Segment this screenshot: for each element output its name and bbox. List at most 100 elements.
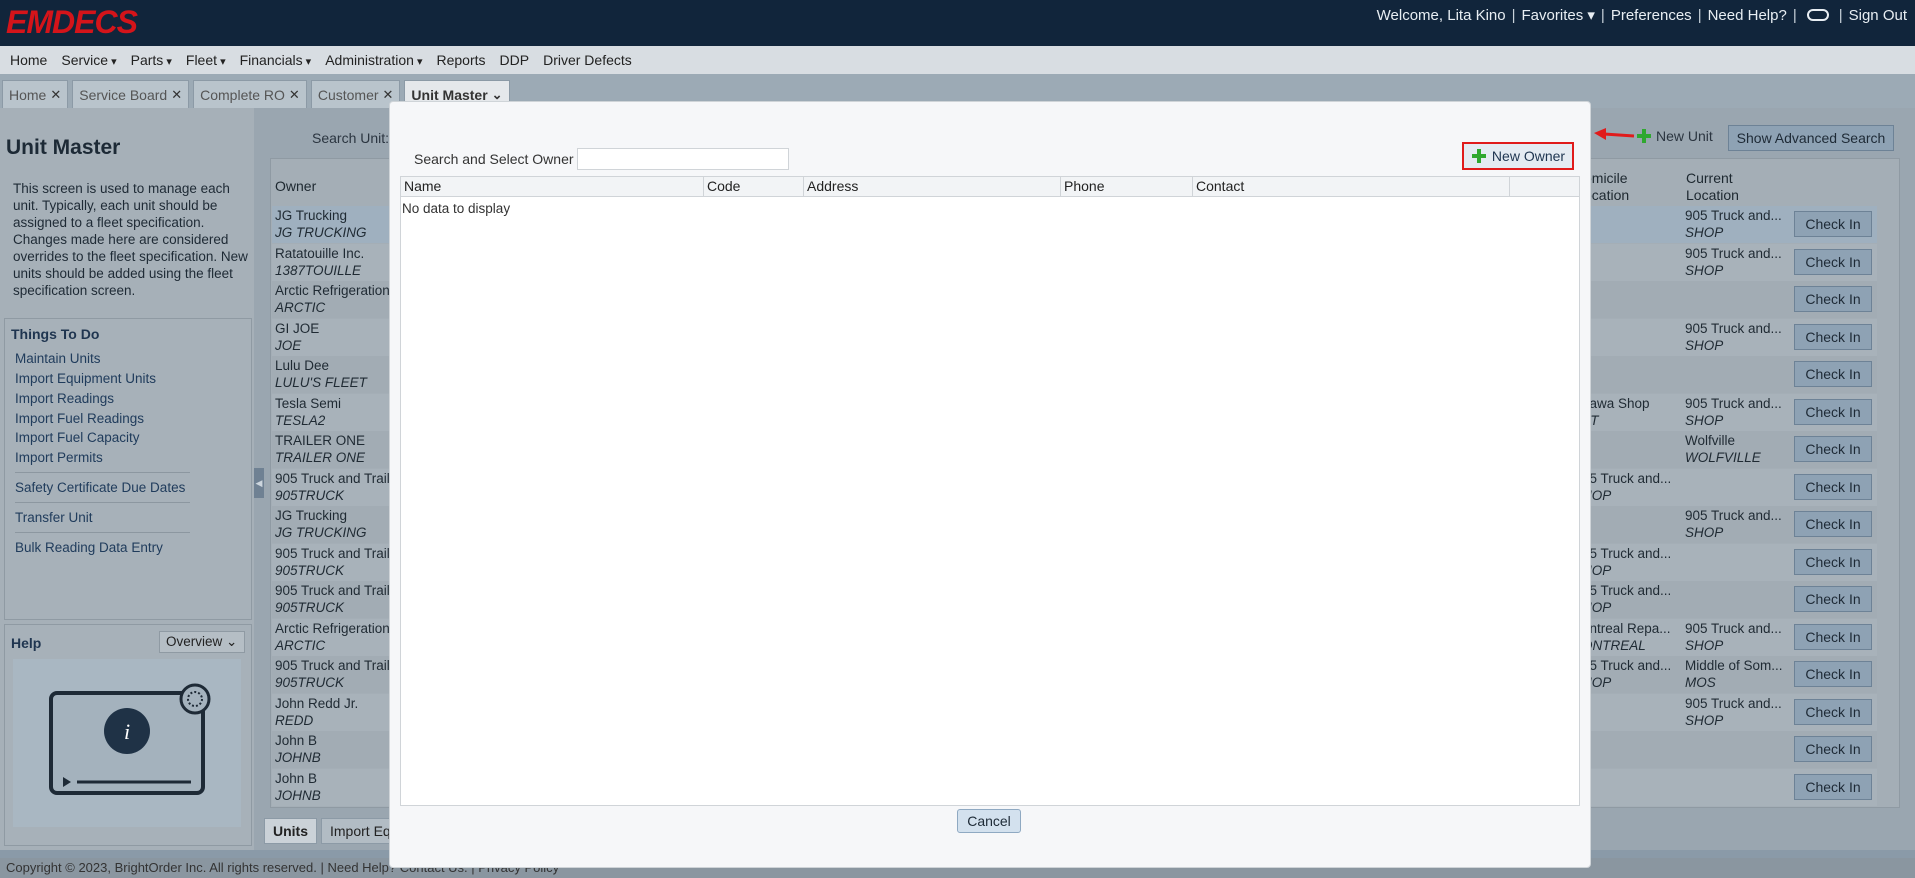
cancel-button[interactable]: Cancel xyxy=(957,809,1021,833)
close-icon[interactable]: ✕ xyxy=(171,87,182,103)
check-in-button[interactable]: Check In xyxy=(1794,286,1872,312)
owner-name: John B xyxy=(275,770,318,786)
favorites-menu[interactable]: Favorites ▾ xyxy=(1522,6,1595,24)
col-header-address[interactable]: Address xyxy=(804,177,1061,197)
help-topic-select[interactable]: Overview ⌄ xyxy=(159,631,245,653)
owner-code: 905TRUCK xyxy=(275,675,345,690)
owner-code: JOE xyxy=(275,337,302,353)
current-location: 905 Truck and... xyxy=(1685,320,1782,336)
current-location-code: SHOP xyxy=(1685,337,1724,353)
tab-import-equipment[interactable]: Import Eq xyxy=(321,818,400,844)
owner-code: LULU'S FLEET xyxy=(275,375,367,390)
preferences-link[interactable]: Preferences xyxy=(1611,7,1692,24)
new-owner-button[interactable]: New Owner xyxy=(1462,142,1574,170)
tab-home[interactable]: Home ✕ xyxy=(2,80,69,108)
sign-out-link[interactable]: Sign Out xyxy=(1849,7,1907,24)
todo-import-equipment-units[interactable]: Import Equipment Units xyxy=(15,371,156,386)
nav-driver-defects[interactable]: Driver Defects xyxy=(543,52,632,68)
check-in-button[interactable]: Check In xyxy=(1794,736,1872,762)
nav-administration[interactable]: Administration xyxy=(325,52,422,68)
todo-import-permits[interactable]: Import Permits xyxy=(15,450,103,465)
check-in-button[interactable]: Check In xyxy=(1794,398,1872,425)
owner-name: 905 Truck and Trail xyxy=(275,658,390,673)
nav-home[interactable]: Home xyxy=(10,52,47,68)
owner-code: TRAILER ONE xyxy=(275,450,366,465)
owner-code: JOHNB xyxy=(275,787,321,803)
check-in-button[interactable]: Check In xyxy=(1794,773,1872,800)
col-header-phone[interactable]: Phone xyxy=(1061,177,1193,197)
collapse-sidebar-handle[interactable]: ◀ xyxy=(254,468,264,498)
owner-name: TRAILER ONE xyxy=(275,433,366,448)
divider xyxy=(15,502,190,503)
check-in-button[interactable]: Check In xyxy=(1794,661,1872,687)
domicile-location: ontreal Repa... xyxy=(1582,620,1671,636)
owner-code: JG TRUCKING xyxy=(275,225,367,240)
close-icon[interactable]: ✕ xyxy=(289,87,300,103)
current-location: 905 Truck and... xyxy=(1685,245,1782,261)
things-to-do-panel: Things To Do Maintain Units Import Equip… xyxy=(4,318,252,620)
current-location: 905 Truck and... xyxy=(1685,508,1782,523)
tab-service-board[interactable]: Service Board ✕ xyxy=(72,80,190,108)
nav-ddp[interactable]: DDP xyxy=(500,52,530,68)
todo-import-fuel-capacity[interactable]: Import Fuel Capacity xyxy=(15,430,140,445)
check-in-button[interactable]: Check In xyxy=(1794,623,1872,650)
welcome-text: Welcome, Lita Kino xyxy=(1376,6,1506,24)
tab-units[interactable]: Units xyxy=(264,818,317,844)
nav-reports[interactable]: Reports xyxy=(436,52,485,68)
need-help-link[interactable]: Need Help? xyxy=(1708,7,1787,24)
domicile-location: 05 Truck and... xyxy=(1582,658,1672,673)
user-nav: Welcome, Lita Kino | Favorites ▾ | Prefere… xyxy=(1376,6,1907,25)
tab-complete-ro[interactable]: Complete RO ✕ xyxy=(193,80,307,108)
help-video-thumbnail[interactable]: i xyxy=(13,659,241,827)
todo-transfer-unit[interactable]: Transfer Unit xyxy=(15,510,93,525)
col-header-current-location[interactable]: Current Location xyxy=(1686,170,1739,204)
current-location: 905 Truck and... xyxy=(1685,208,1782,223)
tab-customer[interactable]: Customer ✕ xyxy=(310,80,401,108)
plus-icon xyxy=(1471,148,1487,164)
col-header-name[interactable]: Name xyxy=(401,177,704,197)
current-location-code: SHOP xyxy=(1685,225,1724,240)
nav-fleet[interactable]: Fleet xyxy=(186,52,226,68)
todo-maintain-units[interactable]: Maintain Units xyxy=(15,351,101,366)
check-in-button[interactable]: Check In xyxy=(1794,248,1872,275)
current-location-code: MOS xyxy=(1685,675,1716,690)
close-icon[interactable]: ✕ xyxy=(50,87,61,103)
todo-import-readings[interactable]: Import Readings xyxy=(15,391,114,406)
owner-code: JOHNB xyxy=(275,750,321,765)
domicile-location: ttawa Shop xyxy=(1582,395,1650,411)
chat-icon[interactable] xyxy=(1806,9,1829,21)
col-header-owner[interactable]: Owner xyxy=(275,178,316,194)
check-in-button[interactable]: Check In xyxy=(1794,436,1872,462)
domicile-location: 05 Truck and... xyxy=(1582,470,1672,486)
domicile-code: ONTREAL xyxy=(1582,637,1646,653)
owner-code: JG TRUCKING xyxy=(275,525,367,540)
todo-bulk-reading[interactable]: Bulk Reading Data Entry xyxy=(15,540,163,555)
current-location: 905 Truck and... xyxy=(1685,695,1782,711)
owner-code: 1387TOUILLE xyxy=(275,262,362,278)
col-header-code[interactable]: Code xyxy=(704,177,804,197)
check-in-button[interactable]: Check In xyxy=(1794,511,1872,537)
check-in-button[interactable]: Check In xyxy=(1794,361,1872,387)
advanced-search-button[interactable]: Show Advanced Search xyxy=(1728,125,1894,151)
check-in-button[interactable]: Check In xyxy=(1794,211,1872,237)
owner-code: 905TRUCK xyxy=(275,487,345,503)
annotation-arrow-icon xyxy=(1594,128,1635,140)
nav-service[interactable]: Service xyxy=(61,52,116,68)
page-description: This screen is used to manage each unit.… xyxy=(13,181,248,298)
search-owner-input[interactable] xyxy=(577,148,789,170)
check-in-button[interactable]: Check In xyxy=(1794,323,1872,350)
nav-financials[interactable]: Financials xyxy=(240,52,312,68)
app-logo[interactable]: EMDECS xyxy=(6,4,138,41)
domicile-location: 05 Truck and... xyxy=(1582,545,1672,561)
todo-import-fuel-readings[interactable]: Import Fuel Readings xyxy=(15,411,144,426)
check-in-button[interactable]: Check In xyxy=(1794,548,1872,575)
new-unit-button[interactable]: New Unit xyxy=(1636,128,1713,144)
todo-safety-certificate[interactable]: Safety Certificate Due Dates xyxy=(15,480,185,495)
owner-name: 905 Truck and Trail xyxy=(275,545,390,561)
col-header-contact[interactable]: Contact xyxy=(1193,177,1510,197)
check-in-button[interactable]: Check In xyxy=(1794,473,1872,500)
check-in-button[interactable]: Check In xyxy=(1794,586,1872,612)
check-in-button[interactable]: Check In xyxy=(1794,698,1872,725)
nav-parts[interactable]: Parts xyxy=(131,52,172,68)
owner-name: JG Trucking xyxy=(275,508,348,523)
